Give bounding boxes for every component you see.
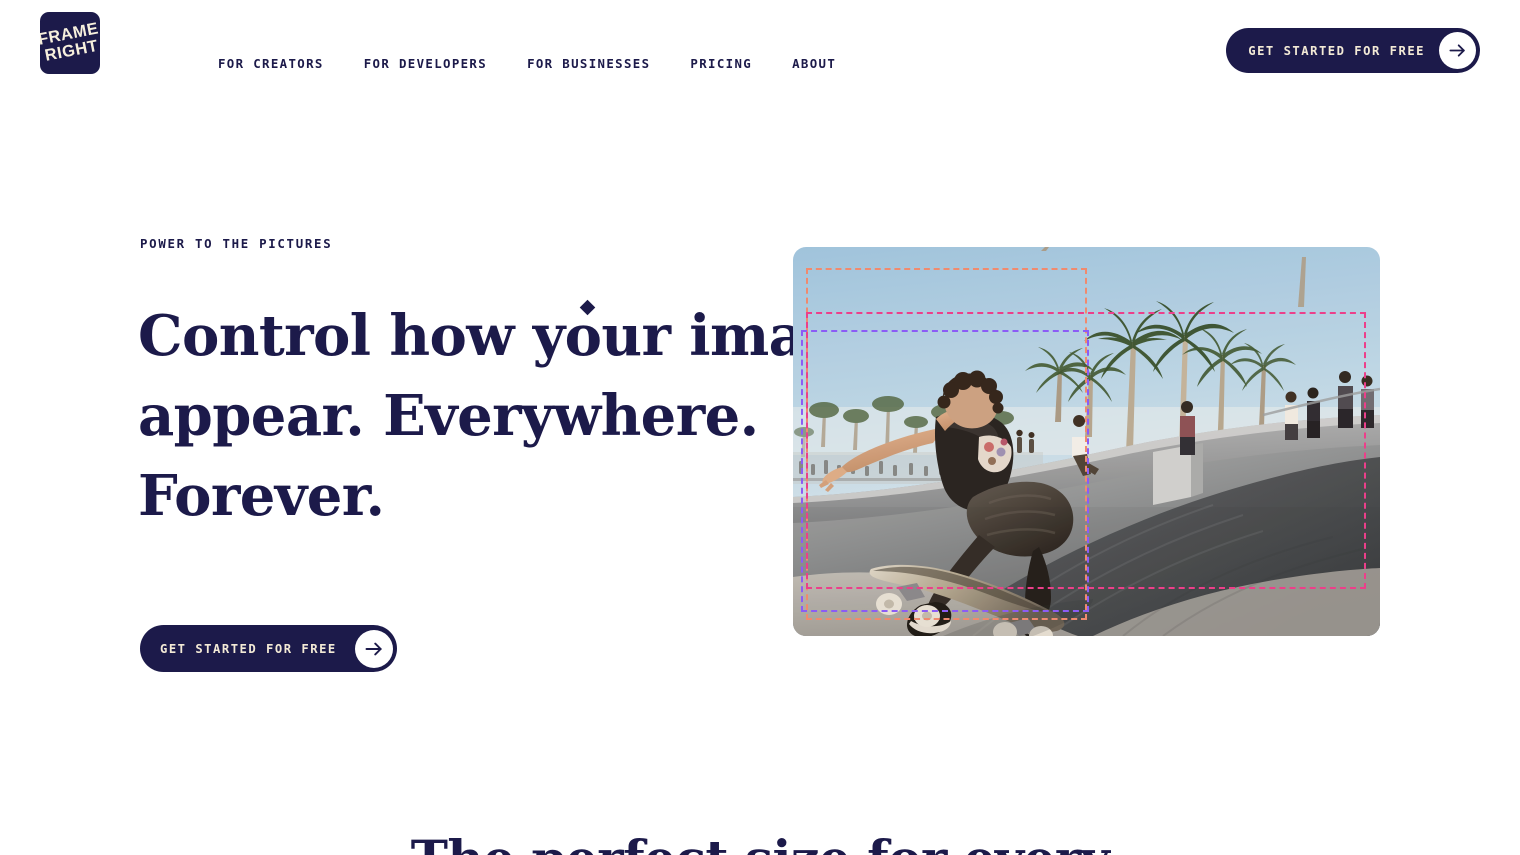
hero-image-figure: [793, 247, 1380, 636]
hero-title-line-1: Control how your images: [138, 296, 909, 376]
brand-logo-text: FRAME RIGHT: [40, 19, 100, 66]
hero-title: Control how your images appear. Everywhe…: [138, 296, 909, 536]
hero-title-line-2: appear. Everywhere.: [138, 383, 759, 449]
nav-item-for-businesses[interactable]: FOR BUSINESSES: [527, 52, 650, 75]
nav-item-for-creators[interactable]: FOR CREATORS: [218, 52, 324, 75]
header-get-started-button[interactable]: GET STARTED FOR FREE: [1226, 28, 1480, 73]
arrow-right-icon: [1439, 32, 1476, 69]
header-get-started-label: GET STARTED FOR FREE: [1248, 43, 1425, 58]
main-navigation: FOR CREATORS FOR DEVELOPERS FOR BUSINESS…: [218, 52, 836, 75]
site-header: FRAME RIGHT FOR CREATORS FOR DEVELOPERS …: [0, 0, 1520, 88]
hero-section: POWER TO THE PICTURES Control how your i…: [0, 0, 1520, 800]
hero-eyebrow: POWER TO THE PICTURES: [140, 236, 333, 251]
nav-item-pricing[interactable]: PRICING: [690, 52, 752, 75]
hero-title-line-3: Forever.: [138, 463, 385, 529]
hero-get-started-button[interactable]: GET STARTED FOR FREE: [140, 625, 397, 672]
hero-get-started-label: GET STARTED FOR FREE: [160, 641, 337, 656]
next-section: The perfect size for every: [0, 790, 1520, 855]
nav-item-about[interactable]: ABOUT: [792, 52, 836, 75]
next-section-heading: The perfect size for every: [0, 828, 1520, 855]
purple-crop-region[interactable]: [801, 330, 1089, 612]
brand-logo[interactable]: FRAME RIGHT: [40, 12, 100, 74]
arrow-right-icon: [354, 629, 393, 668]
nav-item-for-developers[interactable]: FOR DEVELOPERS: [364, 52, 487, 75]
